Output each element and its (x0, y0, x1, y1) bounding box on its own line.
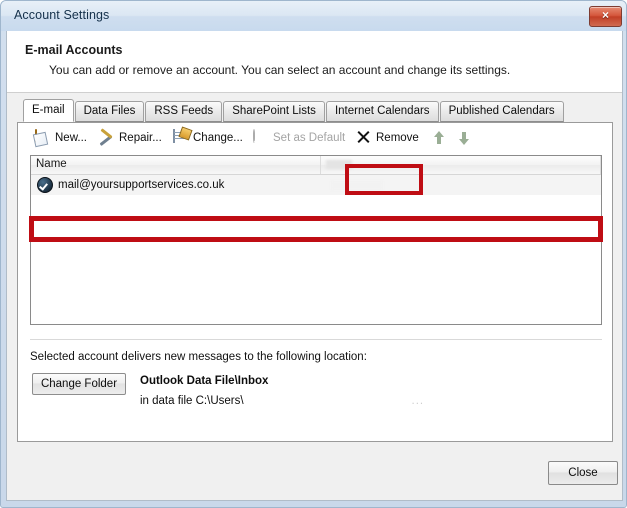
list-rows: mail@yoursupportservices.co.uk (31, 175, 601, 195)
list-header-row: Name (31, 156, 601, 175)
section-divider (30, 339, 602, 340)
dialog-client-area: E-mail Accounts You can add or remove an… (6, 31, 623, 501)
change-settings-icon (173, 129, 189, 146)
change-folder-button[interactable]: Change Folder (32, 373, 126, 395)
column-header-name[interactable]: Name (31, 156, 321, 174)
tab-internet-calendars[interactable]: Internet Calendars (325, 101, 439, 122)
column-header-type[interactable] (321, 156, 601, 174)
change-account-button[interactable]: Change... (170, 127, 246, 149)
banner: E-mail Accounts You can add or remove an… (7, 31, 622, 93)
tab-email[interactable]: E-mail (23, 99, 74, 122)
banner-subtext: You can add or remove an account. You ca… (49, 63, 511, 77)
tab-label: RSS Feeds (154, 105, 214, 117)
new-account-label: New... (55, 132, 87, 144)
tab-label: SharePoint Lists (232, 105, 316, 117)
window-titlebar[interactable]: Account Settings × (1, 1, 626, 31)
repair-account-button[interactable]: Repair... (96, 127, 165, 149)
tab-label: Data Files (83, 105, 136, 117)
set-as-default-button: Set as Default (250, 127, 348, 149)
tab-label: Internet Calendars (334, 105, 430, 117)
repair-account-label: Repair... (119, 132, 162, 144)
set-as-default-label: Set as Default (273, 132, 346, 144)
account-name: mail@yoursupportservices.co.uk (58, 179, 225, 191)
remove-account-label: Remove (376, 132, 419, 144)
tab-label: Published Calendars (448, 105, 555, 117)
accounts-list[interactable]: Name mail@yoursupportservices.co.uk (30, 155, 602, 325)
email-tab-page: New... Repair... Change... Set as Defaul… (17, 122, 613, 442)
account-settings-window: Account Settings × E-mail Accounts You c… (0, 0, 627, 508)
accounts-toolbar: New... Repair... Change... Set as Defaul… (18, 123, 612, 154)
window-title: Account Settings (14, 8, 110, 22)
delivery-data-file: in data file C:\Users\... (140, 395, 424, 407)
delivery-location-value: Outlook Data File\Inbox (140, 375, 269, 387)
repair-tools-icon (99, 130, 115, 146)
redacted-column-label (326, 160, 352, 169)
account-check-icon (37, 177, 53, 193)
delivery-data-file-suffix: ... (411, 395, 425, 407)
tab-rss-feeds[interactable]: RSS Feeds (145, 101, 223, 122)
close-icon: × (601, 8, 609, 22)
check-circle-icon (253, 129, 269, 146)
move-up-arrow-icon[interactable] (433, 131, 446, 145)
new-mail-icon (35, 129, 51, 146)
change-account-label: Change... (193, 132, 243, 144)
window-close-button[interactable]: × (589, 6, 622, 27)
tab-strip: E-mail Data Files RSS Feeds SharePoint L… (23, 99, 607, 143)
delivery-data-file-prefix: in data file C:\Users\ (140, 395, 244, 407)
tab-data-files[interactable]: Data Files (74, 101, 145, 122)
banner-heading: E-mail Accounts (25, 43, 123, 57)
delivery-location-label: Selected account delivers new messages t… (30, 351, 367, 363)
table-row[interactable]: mail@yoursupportservices.co.uk (31, 175, 601, 195)
tab-label: E-mail (32, 104, 65, 116)
tab-published-calendars[interactable]: Published Calendars (439, 101, 564, 122)
move-down-arrow-icon[interactable] (458, 131, 471, 145)
tab-sharepoint-lists[interactable]: SharePoint Lists (223, 101, 325, 122)
remove-account-button[interactable]: Remove (353, 127, 422, 149)
account-type-cell (331, 175, 383, 195)
new-account-button[interactable]: New... (32, 127, 90, 149)
close-dialog-button[interactable]: Close (548, 461, 618, 485)
redacted-type-value (331, 181, 383, 190)
redacted-path-segment (243, 395, 412, 405)
close-x-icon (356, 130, 372, 146)
